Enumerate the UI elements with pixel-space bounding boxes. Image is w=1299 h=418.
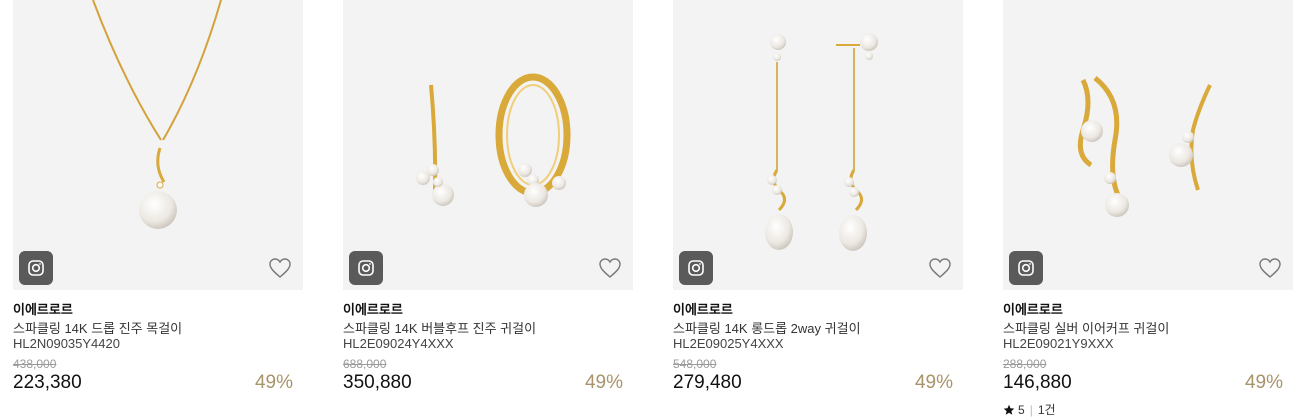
product-image[interactable]	[13, 0, 303, 290]
review-count: 1건	[1037, 403, 1056, 417]
heart-icon	[929, 258, 951, 278]
sale-price: 223,380	[13, 372, 82, 393]
photo-review-button[interactable]	[1009, 251, 1043, 285]
wishlist-button[interactable]	[267, 255, 293, 281]
sale-price: 146,880	[1003, 372, 1072, 393]
wishlist-button[interactable]	[1257, 255, 1283, 281]
product-name[interactable]: 스파클링 14K 버블후프 진주 귀걸이	[343, 318, 536, 337]
wishlist-button[interactable]	[927, 255, 953, 281]
brand-name[interactable]: 이에르로르	[1003, 299, 1063, 318]
camera-icon	[1018, 260, 1034, 276]
heart-icon	[269, 258, 291, 278]
original-price: 688,000	[343, 357, 387, 371]
divider: |	[1029, 402, 1033, 417]
product-card[interactable]: 이에르로르 스파클링 14K 드롭 진주 목걸이 HL2N09035Y4420 …	[13, 0, 303, 393]
product-card[interactable]: 이에르로르 스파클링 14K 버블후프 진주 귀걸이 HL2E09024Y4XX…	[343, 0, 633, 393]
camera-icon	[688, 260, 704, 276]
product-name[interactable]: 스파클링 14K 롱드롭 2way 귀걸이	[673, 318, 861, 337]
sale-price: 350,880	[343, 372, 412, 393]
product-code: HL2N09035Y4420	[13, 336, 120, 351]
brand-name[interactable]: 이에르로르	[13, 299, 73, 318]
product-image[interactable]	[343, 0, 633, 290]
star-icon	[1003, 404, 1015, 415]
discount-rate: 49%	[584, 372, 623, 393]
ear-cuff-image	[1077, 76, 1212, 217]
camera-icon	[28, 260, 44, 276]
product-image[interactable]	[673, 0, 963, 290]
sale-price: 279,480	[673, 372, 742, 393]
product-name[interactable]: 스파클링 14K 드롭 진주 목걸이	[13, 318, 182, 337]
heart-icon	[1259, 258, 1281, 278]
brand-name[interactable]: 이에르로르	[343, 299, 403, 318]
product-code: HL2E09025Y4XXX	[673, 336, 784, 351]
hoop-earrings-image	[416, 73, 571, 207]
original-price: 288,000	[1003, 357, 1047, 371]
photo-review-button[interactable]	[679, 251, 713, 285]
product-image[interactable]	[1003, 0, 1293, 290]
rating-score: 5	[1018, 402, 1025, 417]
heart-icon	[599, 258, 621, 278]
product-card[interactable]: 이에르로르 스파클링 실버 이어커프 귀걸이 HL2E09021Y9XXX 28…	[1003, 0, 1293, 417]
photo-review-button[interactable]	[19, 251, 53, 285]
brand-name[interactable]: 이에르로르	[673, 299, 733, 318]
original-price: 438,000	[13, 357, 57, 371]
discount-rate: 49%	[1244, 372, 1283, 393]
rating-summary[interactable]: 5 | 1건	[1003, 401, 1056, 418]
discount-rate: 49%	[254, 372, 293, 393]
photo-review-button[interactable]	[349, 251, 383, 285]
camera-icon	[358, 260, 374, 276]
original-price: 548,000	[673, 357, 717, 371]
necklace-image	[92, 0, 222, 229]
drop-earrings-image	[765, 33, 878, 251]
product-code: HL2E09021Y9XXX	[1003, 336, 1114, 351]
product-name[interactable]: 스파클링 실버 이어커프 귀걸이	[1003, 318, 1169, 337]
product-card[interactable]: 이에르로르 스파클링 14K 롱드롭 2way 귀걸이 HL2E09025Y4X…	[673, 0, 963, 393]
wishlist-button[interactable]	[597, 255, 623, 281]
product-code: HL2E09024Y4XXX	[343, 336, 454, 351]
discount-rate: 49%	[914, 372, 953, 393]
